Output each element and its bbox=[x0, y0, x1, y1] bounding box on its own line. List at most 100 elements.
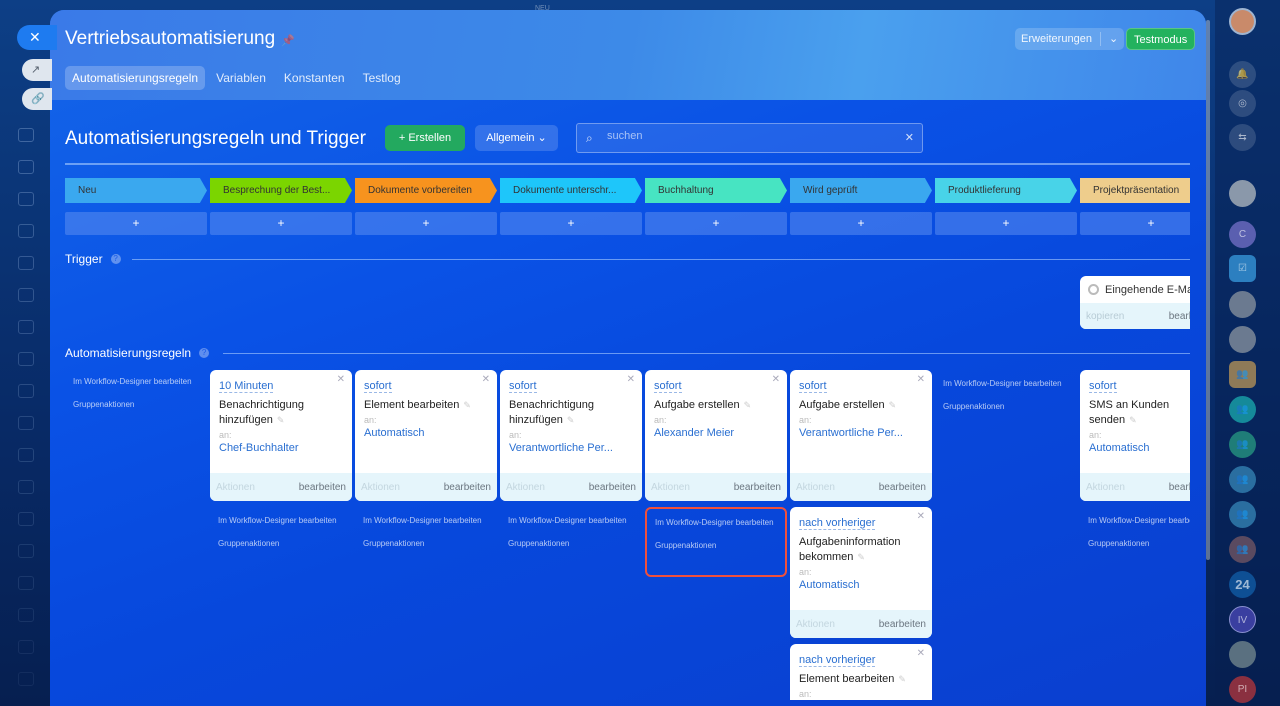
trigger-card[interactable]: Eingehende E-Mail kopieren bearbeiten bbox=[1080, 276, 1190, 329]
add-rule-button[interactable]: + bbox=[1080, 212, 1190, 235]
rule-card[interactable]: sofort ✕ Benachrichtigung hinzufügen ✎ an: Ve… bbox=[500, 370, 642, 501]
clear-search-icon[interactable]: ✕ bbox=[905, 131, 914, 144]
create-button[interactable]: + Erstellen bbox=[385, 125, 465, 151]
chat-icon[interactable]: ⇆ bbox=[1229, 124, 1256, 151]
pencil-icon[interactable]: ✎ bbox=[898, 674, 906, 684]
trigger-copy-link[interactable]: kopieren bbox=[1086, 311, 1124, 322]
pencil-icon[interactable]: ✎ bbox=[1129, 415, 1137, 425]
cart-icon[interactable] bbox=[18, 416, 34, 430]
copilot-icon[interactable]: ◎ bbox=[1229, 90, 1256, 117]
close-icon[interactable]: ✕ bbox=[627, 374, 635, 385]
calendar-icon[interactable] bbox=[18, 320, 34, 334]
add-rule-button[interactable]: + bbox=[500, 212, 642, 235]
group-actions-link[interactable]: Gruppenaktionen bbox=[363, 538, 489, 550]
test-mode-button[interactable]: Testmodus bbox=[1126, 28, 1196, 50]
responsible-link[interactable]: Automatisch bbox=[364, 427, 488, 439]
group-avatar[interactable]: 👥 bbox=[1229, 431, 1256, 458]
group-actions-link[interactable]: Gruppenaktionen bbox=[655, 540, 777, 552]
add-rule-button[interactable]: + bbox=[645, 212, 787, 235]
trigger-edit-link[interactable]: bearbeiten bbox=[1169, 311, 1190, 322]
delay-link[interactable]: sofort bbox=[364, 380, 392, 393]
stage-7[interactable]: Projektpräsentation bbox=[1080, 178, 1190, 203]
pencil-icon[interactable]: ✎ bbox=[889, 400, 897, 410]
pencil-icon[interactable] bbox=[18, 640, 34, 654]
chevron-down-icon[interactable]: ⌄ bbox=[1109, 28, 1118, 50]
pencil-icon[interactable]: ✎ bbox=[744, 400, 752, 410]
pin-icon[interactable]: 📌 bbox=[281, 35, 295, 47]
funnel-icon[interactable] bbox=[18, 352, 34, 366]
edit-link[interactable]: bearbeiten bbox=[879, 619, 926, 630]
stage-3[interactable]: Dokumente unterschr... bbox=[500, 178, 642, 203]
cards-icon[interactable] bbox=[18, 384, 34, 398]
contact-avatar[interactable] bbox=[1229, 180, 1256, 207]
group-avatar[interactable]: 👥 bbox=[1229, 396, 1256, 423]
pencil-icon[interactable]: ✎ bbox=[567, 415, 575, 425]
crm-icon[interactable] bbox=[18, 224, 34, 238]
rule-card[interactable]: sofort✕SMS an Kunden senden✎an:Automatis… bbox=[1080, 370, 1190, 501]
contacts-icon[interactable] bbox=[18, 192, 34, 206]
close-icon[interactable]: ✕ bbox=[917, 648, 925, 659]
edit-link[interactable]: bearbeiten bbox=[879, 482, 926, 493]
close-icon[interactable]: ✕ bbox=[482, 374, 490, 385]
pencil-icon[interactable]: ✎ bbox=[857, 552, 865, 562]
edit-link[interactable]: bearbeiten bbox=[734, 482, 781, 493]
robot-icon[interactable] bbox=[18, 544, 34, 558]
stage-0[interactable]: Neu bbox=[65, 178, 207, 203]
actions-link[interactable]: Aktionen bbox=[216, 482, 255, 493]
responsible-link[interactable]: Automatisch bbox=[1089, 442, 1190, 454]
workflow-designer-link[interactable]: Im Workflow-Designer bearbeiten bbox=[508, 515, 634, 527]
close-slider-button[interactable]: ✕ bbox=[17, 25, 57, 50]
tab-testlog[interactable]: Testlog bbox=[356, 66, 408, 90]
group-avatar[interactable] bbox=[1229, 291, 1256, 318]
tasks-icon[interactable] bbox=[18, 256, 34, 270]
add-rule-button[interactable]: + bbox=[65, 212, 207, 235]
responsible-link[interactable]: Chef-Buchhalter bbox=[219, 442, 343, 454]
feed-icon[interactable] bbox=[18, 128, 34, 142]
actions-link[interactable]: Aktionen bbox=[361, 482, 400, 493]
tab-constants[interactable]: Konstanten bbox=[277, 66, 352, 90]
delay-link[interactable]: sofort bbox=[509, 380, 537, 393]
contact-avatar[interactable]: C bbox=[1229, 221, 1256, 248]
target-icon[interactable] bbox=[18, 448, 34, 462]
group-actions-link[interactable]: Gruppenaktionen bbox=[508, 538, 634, 550]
store-icon[interactable] bbox=[18, 576, 34, 590]
open-in-new-window-button[interactable]: ↗ bbox=[22, 59, 52, 81]
close-icon[interactable]: ✕ bbox=[337, 374, 345, 385]
close-icon[interactable]: ✕ bbox=[917, 374, 925, 385]
edit-link[interactable]: bearbeiten bbox=[1169, 482, 1190, 493]
contact-avatar[interactable]: PI bbox=[1229, 676, 1256, 703]
delay-link[interactable]: sofort bbox=[799, 380, 827, 393]
extensions-button[interactable]: Erweiterungen ⌄ bbox=[1015, 28, 1125, 50]
rule-card[interactable]: sofort ✕ Aufgabe erstellen ✎ an: Alexander Me… bbox=[645, 370, 787, 501]
actions-link[interactable]: Aktionen bbox=[796, 482, 835, 493]
responsible-link[interactable]: Verantwortliche Per... bbox=[509, 442, 633, 454]
add-rule-button[interactable]: + bbox=[935, 212, 1077, 235]
check-icon[interactable] bbox=[18, 672, 34, 686]
contact-avatar[interactable] bbox=[1229, 641, 1256, 668]
delay-link[interactable]: nach vorheriger bbox=[799, 517, 876, 530]
mail-icon[interactable] bbox=[18, 288, 34, 302]
group-avatar[interactable]: 👥 bbox=[1229, 536, 1256, 563]
close-icon[interactable]: ✕ bbox=[772, 374, 780, 385]
tab-rules[interactable]: Automatisierungsregeln bbox=[65, 66, 206, 90]
tab-variables[interactable]: Variablen bbox=[209, 66, 273, 90]
workflow-designer-link[interactable]: Im Workflow-Designer bearbeiten bbox=[655, 517, 777, 529]
group-avatar[interactable]: 👥 bbox=[1229, 361, 1256, 388]
chart-icon[interactable] bbox=[18, 480, 34, 494]
responsible-link[interactable]: Verantwortliche Per... bbox=[799, 427, 923, 439]
help-icon[interactable]: ? bbox=[110, 254, 121, 264]
delay-link[interactable]: sofort bbox=[654, 380, 682, 393]
rule-card[interactable]: 10 Minuten ✕ Benachrichtigung hinzufügen ✎ a… bbox=[210, 370, 352, 501]
add-rule-button[interactable]: + bbox=[790, 212, 932, 235]
help-icon[interactable]: ? bbox=[199, 348, 210, 358]
group-actions-link[interactable]: Gruppenaktionen bbox=[1088, 538, 1190, 550]
group-avatar[interactable]: 👥 bbox=[1229, 501, 1256, 528]
scrollbar[interactable] bbox=[1206, 20, 1210, 560]
rule-card[interactable]: nach vorheriger ✕ Aufgabeninformation beko… bbox=[790, 507, 932, 638]
stage-2[interactable]: Dokumente vorbereiten bbox=[355, 178, 497, 203]
group-actions-link[interactable]: Gruppenaktionen bbox=[943, 401, 1069, 413]
add-rule-button[interactable]: + bbox=[355, 212, 497, 235]
delay-link[interactable]: sofort bbox=[1089, 380, 1117, 393]
contact-avatar[interactable]: IV bbox=[1229, 606, 1256, 633]
workflow-designer-link[interactable]: Im Workflow-Designer bearbeiten bbox=[73, 376, 199, 388]
